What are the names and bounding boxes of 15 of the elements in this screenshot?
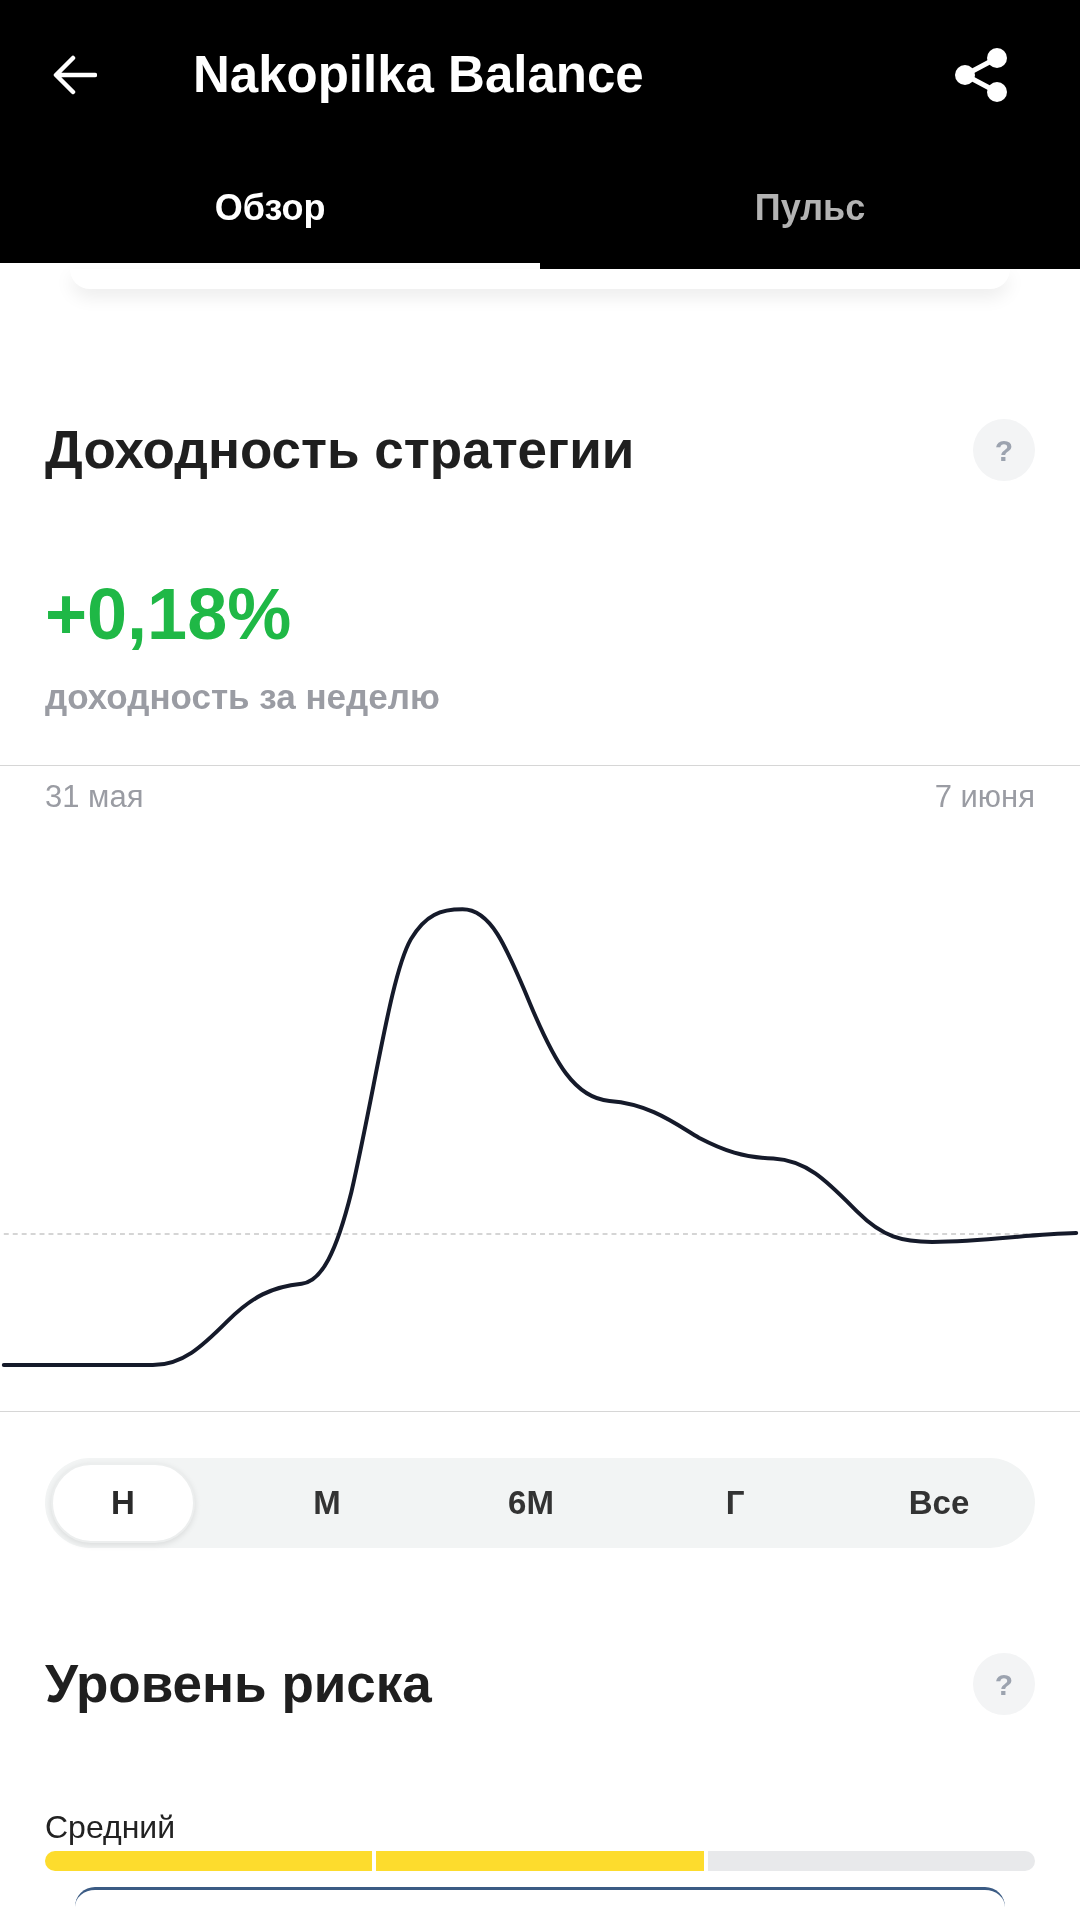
share-icon[interactable] <box>955 48 1007 102</box>
period-tab[interactable]: Н <box>51 1462 195 1543</box>
period-tab[interactable]: Г <box>663 1462 807 1543</box>
period-tab[interactable]: 6М <box>459 1462 603 1543</box>
yield-caption: доходность за неделю <box>44 677 441 717</box>
section-title: Доходность стратегии <box>45 419 635 482</box>
screen-title: Nakopilka Balance <box>193 44 645 105</box>
chart-start-date: 31 мая <box>45 777 144 816</box>
period-tab[interactable]: Все <box>867 1462 1011 1543</box>
chart-end-date: 7 июня <box>934 777 1035 816</box>
back-arrow-icon[interactable] <box>53 55 97 95</box>
risk-level-label: Средний <box>44 1809 177 1846</box>
period-tab[interactable]: М <box>255 1462 399 1543</box>
section-title: Уровень риска <box>45 1653 432 1716</box>
yield-value: +0,18% <box>44 573 293 656</box>
